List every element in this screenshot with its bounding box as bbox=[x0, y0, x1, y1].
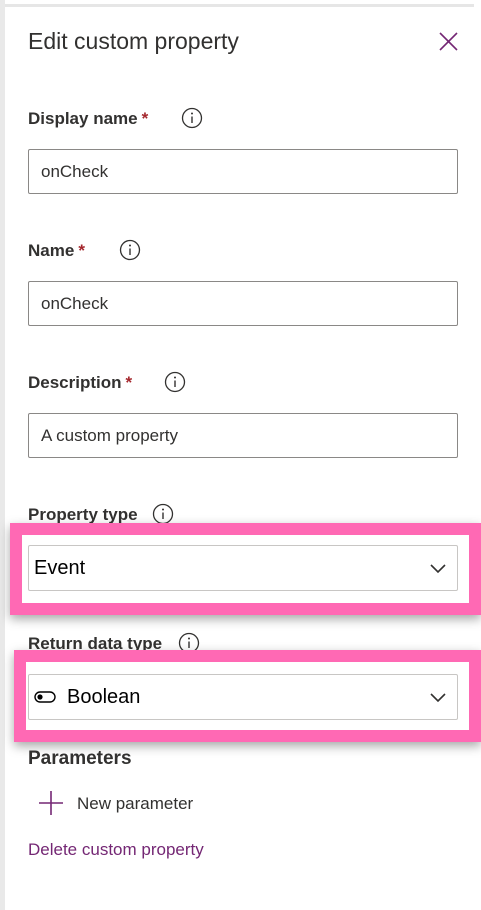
parameters-heading: Parameters bbox=[28, 748, 132, 769]
info-icon[interactable] bbox=[164, 371, 186, 393]
return-data-type-selected: Boolean bbox=[67, 686, 141, 708]
info-icon[interactable] bbox=[152, 503, 174, 525]
return-data-type-dropdown[interactable]: Boolean bbox=[28, 674, 458, 720]
display-name-label: Display name * bbox=[28, 109, 148, 129]
property-type-selected: Event bbox=[34, 557, 86, 579]
property-type-dropdown[interactable]: Event bbox=[28, 545, 458, 591]
required-mark: * bbox=[78, 241, 85, 260]
description-input[interactable] bbox=[28, 413, 458, 458]
edit-custom-property-panel: Edit custom property Display name* Name*… bbox=[0, 0, 481, 910]
name-label-text: Name bbox=[28, 241, 75, 260]
panel-left-edge bbox=[0, 0, 5, 910]
required-mark: * bbox=[141, 109, 149, 128]
close-button[interactable] bbox=[434, 28, 462, 56]
info-icon[interactable] bbox=[181, 107, 203, 129]
info-icon[interactable] bbox=[119, 239, 141, 261]
name-input[interactable] bbox=[28, 281, 458, 326]
top-divider bbox=[0, 4, 474, 7]
close-icon bbox=[439, 32, 458, 51]
property-type-label: Property type bbox=[28, 505, 138, 524]
required-mark: * bbox=[125, 373, 133, 392]
name-label: Name * bbox=[28, 241, 85, 261]
panel-title: Edit custom property bbox=[28, 28, 239, 54]
description-label: Description * bbox=[28, 373, 132, 393]
new-parameter-label: New parameter bbox=[77, 794, 194, 813]
chevron-down-icon bbox=[430, 693, 446, 703]
plus-icon bbox=[39, 791, 63, 815]
toggle-icon bbox=[34, 691, 56, 703]
delete-custom-property-link[interactable]: Delete custom property bbox=[28, 840, 204, 860]
display-name-input[interactable] bbox=[28, 149, 458, 194]
description-label-text: Description bbox=[28, 373, 122, 392]
chevron-down-icon bbox=[430, 564, 446, 574]
display-name-label-text: Display name bbox=[28, 109, 138, 128]
